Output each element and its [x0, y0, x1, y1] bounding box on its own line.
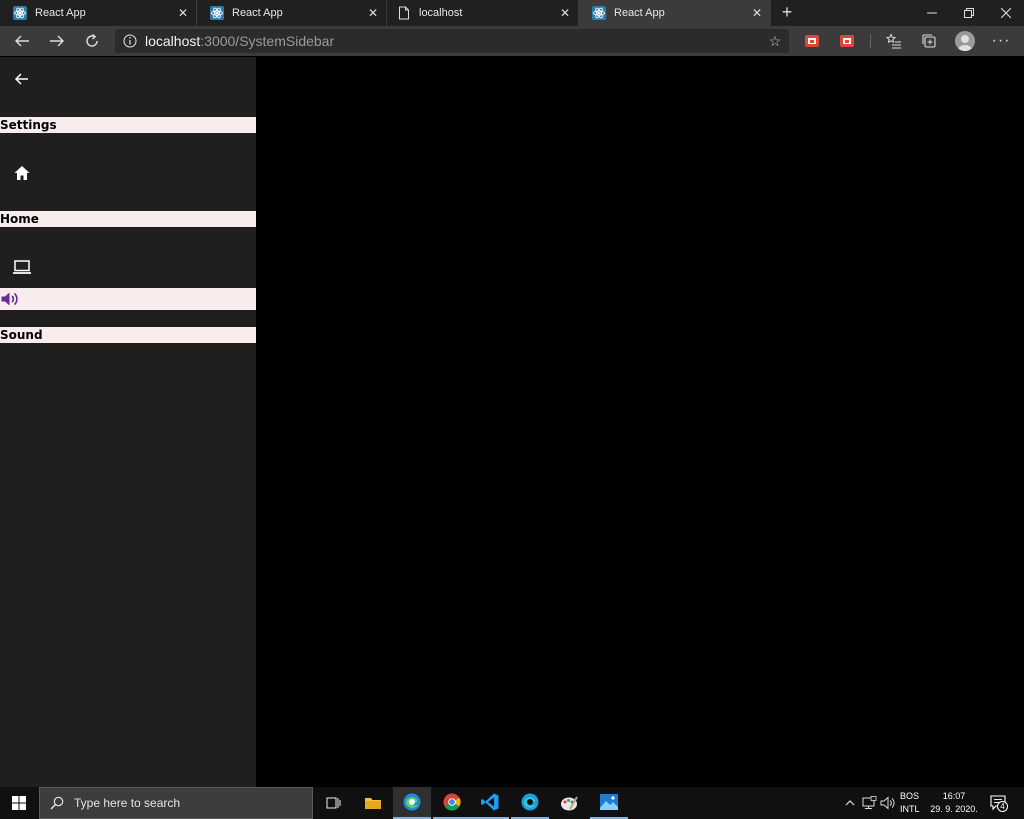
system-clock[interactable]: 16:07 29. 9. 2020.: [928, 790, 980, 816]
tab-close-icon[interactable]: ✕: [750, 6, 764, 20]
home-label: Home: [0, 211, 256, 227]
tab-react-app-2[interactable]: React App ✕: [197, 0, 387, 26]
back-arrow-icon: [14, 73, 28, 85]
paint-taskbar-button[interactable]: [550, 787, 588, 819]
network-tray-icon[interactable]: [861, 787, 877, 819]
volume-tray-icon[interactable]: [879, 787, 897, 819]
speaker-icon: [0, 289, 20, 309]
react-icon: [592, 6, 606, 20]
sound-label: Sound: [0, 327, 256, 343]
windows-taskbar: Type here to search BOS INTL 16:07 29. 9…: [0, 787, 1024, 819]
page-icon: [397, 6, 411, 20]
forward-arrow-icon: [50, 35, 64, 47]
address-bar[interactable]: localhost:3000/SystemSidebar ☆: [115, 29, 789, 53]
profile-avatar[interactable]: [955, 31, 975, 51]
tab-localhost[interactable]: localhost ✕: [387, 0, 579, 26]
sound-item-highlight[interactable]: [0, 288, 256, 310]
settings-label: Settings: [0, 117, 256, 133]
extension-icon-1[interactable]: [804, 33, 820, 49]
edge-dev-icon: [521, 793, 539, 811]
refresh-button[interactable]: [75, 26, 109, 56]
laptop-icon[interactable]: [12, 257, 32, 277]
windows-logo-icon: [12, 796, 26, 810]
close-window-button[interactable]: [987, 0, 1024, 26]
file-explorer-button[interactable]: [354, 787, 392, 819]
sidebar-back-button[interactable]: [12, 69, 32, 89]
collections-icon[interactable]: [919, 31, 939, 51]
start-button[interactable]: [0, 787, 38, 819]
chrome-icon: [443, 793, 461, 811]
task-view-button[interactable]: [314, 787, 352, 819]
notification-count-badge: 4: [997, 801, 1008, 812]
minimize-icon: [926, 12, 937, 14]
close-icon: [1000, 8, 1011, 18]
tab-react-app-active[interactable]: React App ✕: [579, 0, 771, 26]
edge-taskbar-button[interactable]: [393, 787, 431, 819]
volume-icon: [880, 796, 895, 810]
system-sidebar: Settings Home Sound: [0, 57, 256, 787]
search-placeholder: Type here to search: [74, 796, 181, 810]
paint-palette-icon: [561, 796, 578, 811]
tab-close-icon[interactable]: ✕: [558, 6, 572, 20]
refresh-icon: [86, 33, 98, 47]
tab-close-icon[interactable]: ✕: [366, 6, 380, 20]
show-hidden-icons-button[interactable]: [842, 787, 858, 819]
window-controls: [913, 0, 1024, 26]
vscode-taskbar-button[interactable]: [471, 787, 509, 819]
edge-dev-taskbar-button[interactable]: [511, 787, 549, 819]
tab-label: React App: [232, 7, 283, 19]
search-icon: [50, 796, 64, 810]
taskbar-search-box[interactable]: Type here to search: [39, 787, 313, 819]
react-icon: [210, 6, 224, 20]
edge-icon: [403, 793, 421, 811]
photos-taskbar-button[interactable]: [590, 787, 628, 819]
network-icon: [862, 796, 876, 809]
url-text: localhost:3000/SystemSidebar: [145, 33, 334, 49]
language-code: BOS: [900, 791, 920, 801]
back-arrow-icon: [15, 35, 29, 47]
new-tab-button[interactable]: +: [775, 0, 799, 26]
minimize-button[interactable]: [913, 0, 950, 26]
browser-tabstrip: React App ✕ React App ✕ localhost ✕ Reac…: [0, 0, 1024, 26]
toolbar-divider: [870, 34, 871, 48]
tab-label: React App: [614, 7, 665, 19]
back-button[interactable]: [5, 26, 39, 56]
more-options-icon[interactable]: ···: [991, 31, 1011, 51]
language-variant: INTL: [900, 804, 920, 814]
tab-react-app-1[interactable]: React App ✕: [0, 0, 197, 26]
photos-icon: [600, 794, 618, 810]
clock-time: 16:07: [942, 791, 966, 801]
chrome-taskbar-button[interactable]: [433, 787, 471, 819]
favorite-star-icon[interactable]: ☆: [767, 33, 783, 49]
restore-icon: [963, 8, 974, 18]
chevron-up-icon: [845, 800, 855, 806]
tab-label: React App: [35, 7, 86, 19]
react-icon: [13, 6, 27, 20]
browser-toolbar: localhost:3000/SystemSidebar ☆ ···: [0, 26, 1024, 56]
info-icon[interactable]: [115, 34, 145, 48]
vscode-icon: [481, 793, 499, 811]
action-center-button[interactable]: 4: [988, 787, 1010, 819]
url-path: :3000/SystemSidebar: [200, 33, 335, 49]
home-icon[interactable]: [12, 163, 32, 183]
tab-close-icon[interactable]: ✕: [176, 6, 190, 20]
page-content: Settings Home Sound: [0, 57, 1024, 787]
favorites-icon[interactable]: [884, 31, 904, 51]
restore-button[interactable]: [950, 0, 987, 26]
clock-date: 29. 9. 2020.: [930, 804, 978, 814]
forward-button[interactable]: [40, 26, 74, 56]
url-host: localhost: [145, 33, 201, 49]
extension-icon-2[interactable]: [839, 33, 855, 49]
task-view-icon: [326, 797, 341, 809]
input-language-indicator[interactable]: BOS INTL: [900, 790, 920, 816]
folder-icon: [365, 798, 381, 809]
tab-label: localhost: [419, 7, 463, 19]
